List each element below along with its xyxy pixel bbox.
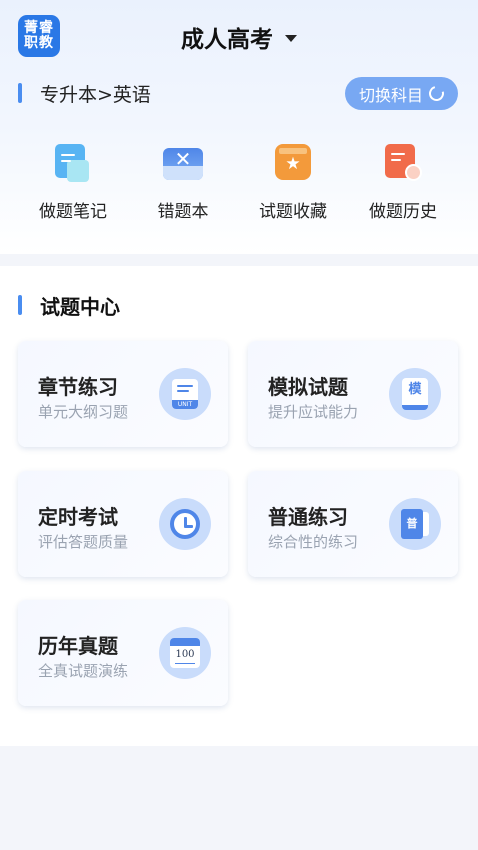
card-title: 普通练习 — [268, 505, 348, 529]
unit-label: UNIT — [172, 400, 198, 409]
card-subtitle: 综合性的练习 — [268, 533, 359, 551]
tool-favorites-label: 试题收藏 — [259, 202, 327, 222]
unit-book-icon: UNIT — [159, 368, 211, 420]
note-icon — [53, 142, 93, 182]
card-timed-exam[interactable]: 定时考试 评估答题质量 — [18, 471, 228, 577]
tool-notes-label: 做题笔记 — [39, 202, 107, 222]
card-subtitle: 评估答题质量 — [38, 533, 129, 551]
question-center-header: 试题中心 — [18, 294, 120, 319]
favorite-icon: ★ — [273, 142, 313, 182]
calendar-number: 100 — [175, 649, 195, 660]
refresh-icon — [426, 83, 447, 104]
card-title: 历年真题 — [38, 634, 118, 658]
section-accent-bar — [18, 295, 22, 315]
tool-favorites[interactable]: ★ 试题收藏 — [238, 142, 348, 222]
tool-wrong-book-label: 错题本 — [157, 202, 209, 222]
wrong-book-icon: ✕ — [163, 142, 203, 182]
mock-glyph: 模 — [402, 378, 428, 410]
card-subtitle: 提升应试能力 — [268, 403, 359, 421]
subject-path-row: 专升本>英语 — [18, 80, 151, 106]
card-chapter-practice[interactable]: 章节练习 单元大纲习题 UNIT — [18, 341, 228, 447]
history-icon — [383, 142, 423, 182]
question-center-panel: 试题中心 章节练习 单元大纲习题 UNIT 模拟试题 提升应试能力 模 定时考试… — [0, 266, 478, 746]
tool-notes[interactable]: 做题笔记 — [18, 142, 128, 222]
card-past-papers[interactable]: 历年真题 全真试题演练 100 — [18, 600, 228, 706]
card-mock-exam[interactable]: 模拟试题 提升应试能力 模 — [248, 341, 458, 447]
calendar-100-icon: 100 — [159, 627, 211, 679]
caret-down-icon — [285, 34, 297, 42]
question-center-title: 试题中心 — [40, 294, 120, 319]
card-subtitle: 全真试题演练 — [38, 662, 129, 680]
exam-type-title: 成人高考 — [181, 27, 273, 53]
section-accent-bar — [18, 83, 22, 103]
clock-icon — [159, 498, 211, 550]
switch-subject-label: 切换科目 — [358, 85, 423, 105]
exam-type-selector[interactable]: 成人高考 — [0, 20, 478, 54]
card-title: 模拟试题 — [268, 375, 348, 399]
card-title: 定时考试 — [38, 505, 118, 529]
tool-history-label: 做题历史 — [369, 202, 437, 222]
practice-book-icon: 普 — [389, 498, 441, 550]
practice-glyph: 普 — [401, 509, 423, 539]
subject-path: 专升本>英语 — [40, 83, 151, 106]
card-subtitle: 单元大纲习题 — [38, 403, 129, 421]
top-area: 菁睿 职教 成人高考 专升本>英语 切换科目 做题笔记 ✕ 错题本 ★ 试题收藏… — [0, 0, 478, 254]
mock-exam-icon: 模 — [389, 368, 441, 420]
tool-wrong-book[interactable]: ✕ 错题本 — [128, 142, 238, 222]
card-general-practice[interactable]: 普通练习 综合性的练习 普 — [248, 471, 458, 577]
tool-history[interactable]: 做题历史 — [348, 142, 458, 222]
tool-shortcuts: 做题笔记 ✕ 错题本 ★ 试题收藏 做题历史 — [0, 142, 478, 222]
switch-subject-button[interactable]: 切换科目 — [345, 77, 458, 110]
card-title: 章节练习 — [38, 375, 118, 399]
